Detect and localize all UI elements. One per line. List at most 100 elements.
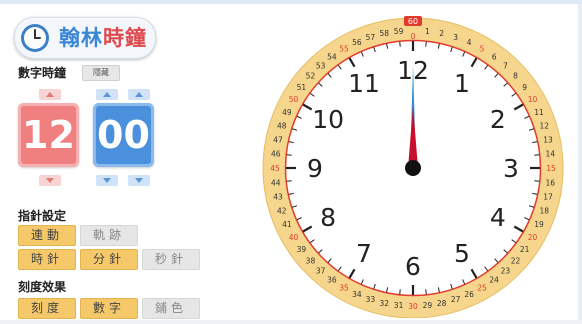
- arrow-up-icon: [135, 92, 143, 97]
- minute-number: 52: [306, 72, 316, 81]
- minute-number: 28: [437, 299, 447, 308]
- minute-number: 19: [534, 220, 544, 229]
- top-border: [0, 0, 582, 4]
- hour-number: 7: [356, 239, 372, 268]
- bottom-border: [0, 320, 582, 324]
- motion-toggle[interactable]: 連動: [18, 225, 76, 246]
- minute-number: 46: [271, 150, 281, 159]
- minute-hand-toggle[interactable]: 分針: [80, 249, 138, 270]
- minute-number: 18: [539, 207, 549, 216]
- minute-number: 32: [380, 299, 390, 308]
- digital-section-title: 數字時鐘: [18, 66, 67, 80]
- minute-number: 48: [277, 121, 287, 130]
- minute-number: 36: [327, 276, 337, 285]
- minute-number: 33: [366, 295, 376, 304]
- arrow-down-icon: [103, 178, 111, 183]
- minute-number: 34: [352, 290, 362, 299]
- minute-number: 17: [543, 193, 553, 202]
- tick-mark: [286, 154, 292, 156]
- hours-up-button[interactable]: [39, 89, 61, 100]
- minute-number: 21: [520, 245, 530, 254]
- minute-number: 16: [545, 178, 555, 187]
- app-logo: 翰林時鐘: [14, 17, 156, 59]
- minute-number: 12: [539, 121, 549, 130]
- minute-number: 27: [451, 295, 461, 304]
- minute-number: 51: [297, 83, 307, 92]
- minute-number: 8: [513, 72, 518, 81]
- hour-number: 3: [503, 154, 519, 183]
- track-toggle[interactable]: 軌跡: [80, 225, 138, 246]
- hands-section-title: 指針設定: [18, 209, 67, 223]
- minute-number: 41: [282, 220, 292, 229]
- minute-number: 45: [270, 164, 280, 173]
- minute-number: 13: [543, 135, 553, 144]
- minute-number: 24: [489, 276, 499, 285]
- minute-number: 58: [380, 29, 390, 38]
- hour-number: 5: [454, 239, 470, 268]
- minute-number: 7: [503, 61, 508, 70]
- minute-number: 47: [273, 135, 283, 144]
- minute-number: 38: [306, 256, 316, 265]
- minute-number: 50: [289, 95, 299, 104]
- minute-number: 10: [528, 95, 538, 104]
- minute-number: 11: [534, 108, 544, 117]
- ticks-toggle[interactable]: 刻度: [18, 298, 76, 319]
- analog-clock: 1 2 34567891011121314151617181920212223242…: [262, 16, 564, 318]
- color-fill-toggle[interactable]: 鋪色: [142, 298, 200, 319]
- top-badge-text: 60: [408, 17, 418, 26]
- minute-number: 53: [316, 61, 326, 70]
- minutes-tens-up-button[interactable]: [96, 89, 118, 100]
- hour-number: 8: [320, 203, 336, 232]
- hand-pivot: [405, 160, 421, 176]
- minute-number: 1: [425, 27, 430, 36]
- app-title-part2: 時鐘: [103, 26, 147, 50]
- minute-number: 14: [545, 150, 555, 159]
- arrow-down-icon: [135, 178, 143, 183]
- minute-number: 56: [352, 38, 362, 47]
- right-border: [578, 4, 582, 324]
- tick-mark: [425, 41, 427, 47]
- hide-digital-button[interactable]: 隱藏: [82, 65, 120, 81]
- minute-number: 55: [339, 44, 349, 53]
- minute-number-zero: 0: [411, 32, 416, 41]
- tick-mark: [534, 154, 540, 156]
- hour-number: 11: [348, 69, 380, 98]
- arrow-down-icon: [46, 178, 54, 183]
- minute-number: 42: [277, 207, 287, 216]
- minute-number: 44: [271, 178, 281, 187]
- minute-number: 3: [453, 33, 458, 42]
- numbers-toggle[interactable]: 數字: [80, 298, 138, 319]
- top-badge: 60: [404, 16, 422, 26]
- minute-number: 26: [464, 290, 474, 299]
- hour-number: 6: [405, 252, 421, 281]
- minute-number: 43: [273, 193, 283, 202]
- minute-number: 5: [480, 44, 485, 53]
- minute-number: 40: [289, 233, 299, 242]
- hour-number: 2: [490, 105, 506, 134]
- minute-number: 9: [522, 83, 527, 92]
- app-title-part1: 翰林: [59, 26, 103, 50]
- hour-hand-toggle[interactable]: 時針: [18, 249, 76, 270]
- arrow-up-icon: [46, 92, 54, 97]
- minute-number: 20: [528, 233, 538, 242]
- hour-number: 10: [312, 105, 344, 134]
- minute-number: 39: [297, 245, 307, 254]
- minute-number: 6: [492, 52, 497, 61]
- hours-display: 12: [18, 103, 79, 167]
- tick-mark: [399, 41, 401, 47]
- minute-number: 57: [366, 33, 376, 42]
- clock-icon: [21, 24, 49, 52]
- minute-number: 4: [467, 38, 472, 47]
- arrow-up-icon: [103, 92, 111, 97]
- minute-number: 59: [394, 27, 404, 36]
- minute-number: 49: [282, 108, 292, 117]
- minutes-ones-up-button[interactable]: [128, 89, 150, 100]
- second-hand-toggle[interactable]: 秒針: [142, 249, 200, 270]
- minutes-tens-down-button[interactable]: [96, 175, 118, 186]
- minutes-ones-down-button[interactable]: [128, 175, 150, 186]
- minute-number: 25: [477, 284, 487, 293]
- scale-section-title: 刻度效果: [18, 280, 67, 294]
- hours-down-button[interactable]: [39, 175, 61, 186]
- app-title: 翰林時鐘: [59, 23, 147, 53]
- tick-mark: [534, 180, 540, 182]
